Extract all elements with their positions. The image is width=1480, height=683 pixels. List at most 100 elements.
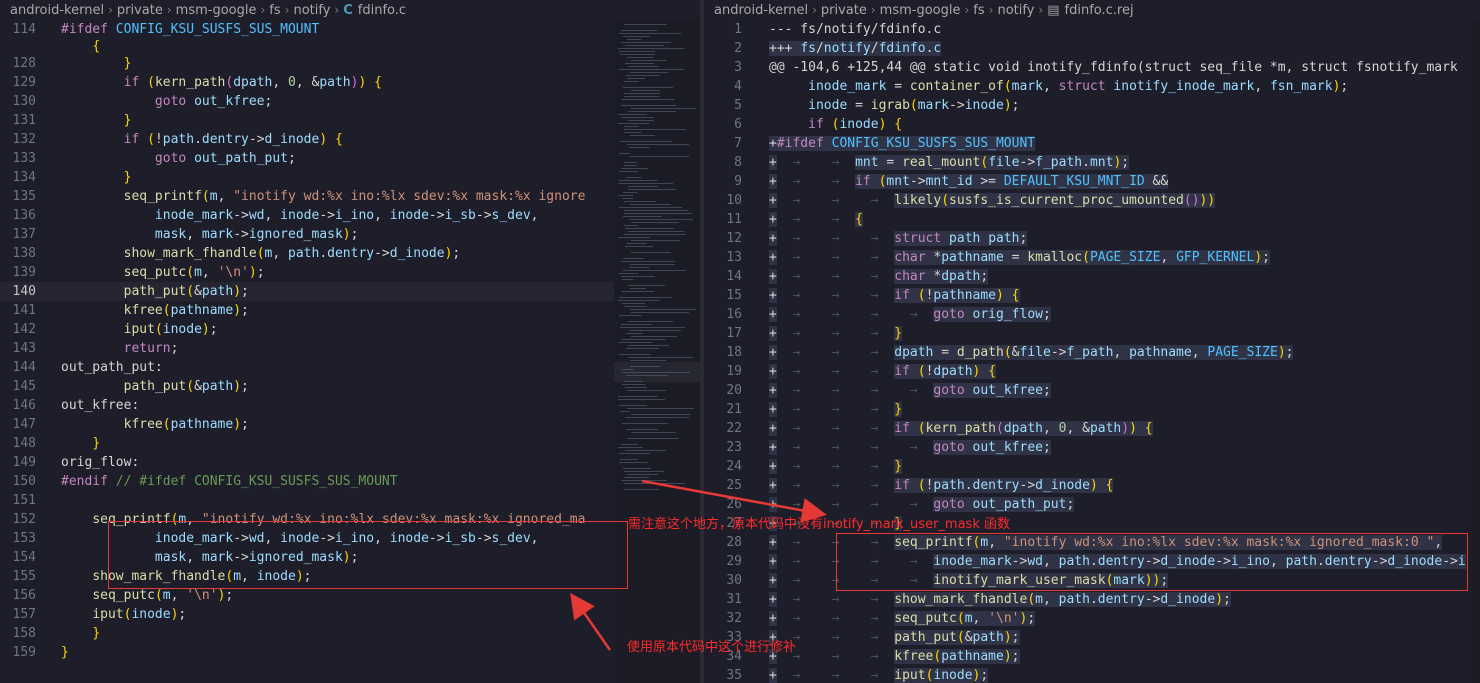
code-line[interactable]: 21 + → → → } [704, 400, 1480, 419]
line-text: inode = igrab(mark->inode); [808, 98, 1020, 113]
code-line[interactable]: 35 + → → → iput(inode); [704, 666, 1480, 683]
code-line[interactable]: 25 + → → → if (!path.dentry->d_inode) { [704, 476, 1480, 495]
code-line[interactable]: 17 + → → → } [704, 324, 1480, 343]
breadcrumb-item[interactable]: msm-google [176, 3, 257, 18]
code-line[interactable]: 149 orig_flow: [0, 453, 700, 472]
code-line[interactable]: 132 if (!path.dentry->d_inode) { [0, 130, 700, 149]
code-line[interactable]: 148 } [0, 434, 700, 453]
line-number: 18 [726, 345, 742, 360]
code-line[interactable]: 5 inode = igrab(mark->inode); [704, 96, 1480, 115]
code-line[interactable]: 140 path_put(&path); [0, 282, 700, 301]
code-line[interactable]: 31 + → → → show_mark_fhandle(m, path.dent… [704, 590, 1480, 609]
code-line[interactable]: 3 @@ -104,6 +125,44 @@ static void inotif… [704, 58, 1480, 77]
minimap-stroke [629, 267, 649, 268]
code-line[interactable]: 145 path_put(&path); [0, 377, 700, 396]
minimap-stroke [625, 63, 654, 64]
line-number: 7 [734, 136, 742, 151]
code-line[interactable]: 24 + → → → } [704, 457, 1480, 476]
code-line[interactable]: 10 + → → → likely(susfs_is_current_proc_u… [704, 191, 1480, 210]
minimap-stroke [619, 207, 682, 208]
code-line[interactable]: 130 goto out_kfree; [0, 92, 700, 111]
code-line[interactable]: 134 } [0, 168, 700, 187]
code-line[interactable]: 131 } [0, 111, 700, 130]
minimap-stroke [621, 105, 676, 106]
code-line[interactable]: 128 } [0, 54, 700, 73]
code-line[interactable]: 139 seq_putc(m, '\n'); [0, 263, 700, 282]
minimap-stroke [627, 438, 679, 439]
breadcrumb-item[interactable]: fs [973, 3, 984, 18]
breadcrumb-item[interactable]: private [821, 3, 867, 18]
breadcrumb-item[interactable]: android-kernel [10, 3, 104, 18]
right-scrollbar[interactable] [1466, 20, 1480, 683]
minimap-stroke [624, 483, 685, 484]
code-line[interactable]: 14 + → → → char *dpath; [704, 267, 1480, 286]
code-line[interactable]: 15 + → → → if (!pathname) { [704, 286, 1480, 305]
code-line[interactable]: 20 + → → → → goto out_kfree; [704, 381, 1480, 400]
code-line[interactable]: 143 return; [0, 339, 700, 358]
line-number: 22 [726, 421, 742, 436]
code-line[interactable]: 133 goto out_path_put; [0, 149, 700, 168]
code-line[interactable]: 157 iput(inode); [0, 605, 700, 624]
breadcrumb-item[interactable]: msm-google [880, 3, 961, 18]
code-line[interactable]: 34 + → → → kfree(pathname); [704, 647, 1480, 666]
code-line[interactable]: 135 seq_printf(m, "inotify wd:%x ino:%lx… [0, 187, 700, 206]
code-line[interactable]: 16 + → → → → goto orig_flow; [704, 305, 1480, 324]
minimap-stroke [620, 141, 672, 142]
code-line[interactable]: 142 iput(inode); [0, 320, 700, 339]
code-line[interactable]: 129 if (kern_path(dpath, 0, &path)) { [0, 73, 700, 92]
code-line[interactable]: 32 + → → → seq_putc(m, '\n'); [704, 609, 1480, 628]
code-line[interactable]: 18 + → → → dpath = d_path(&file->f_path, … [704, 343, 1480, 362]
line-number: 16 [726, 307, 742, 322]
minimap-stroke [624, 96, 660, 97]
breadcrumb-item[interactable]: notify [997, 3, 1034, 18]
code-line[interactable]: 159} [0, 643, 700, 662]
minimap-stroke [628, 231, 684, 232]
code-line[interactable]: 1 --- fs/notify/fdinfo.c [704, 20, 1480, 39]
code-line[interactable]: 158 } [0, 624, 700, 643]
code-line[interactable]: 8 + → → mnt = real_mount(file->f_path.mnt… [704, 153, 1480, 172]
line-number: 153 [12, 531, 36, 546]
line-number: 141 [12, 303, 36, 318]
code-line[interactable]: 23 + → → → → goto out_kfree; [704, 438, 1480, 457]
line-text: --- fs/notify/fdinfo.c [769, 22, 942, 37]
code-line[interactable]: 146 out_kfree: [0, 396, 700, 415]
code-line[interactable]: 6 if (inode) { [704, 115, 1480, 134]
minimap-stroke [631, 90, 660, 91]
line-text: + → → { [769, 212, 863, 227]
code-line[interactable]: { [0, 39, 700, 54]
breadcrumb-item[interactable]: fs [269, 3, 280, 18]
code-line[interactable]: 137 mask, mark->ignored_mask); [0, 225, 700, 244]
breadcrumb-item[interactable]: private [117, 3, 163, 18]
code-line[interactable]: 150 #endif // #ifdef CONFIG_KSU_SUSFS_SUS… [0, 472, 700, 491]
breadcrumb-file[interactable]: fdinfo.c.rej [1065, 3, 1134, 18]
code-line[interactable]: 136 inode_mark->wd, inode->i_ino, inode-… [0, 206, 700, 225]
line-number: 148 [12, 436, 36, 451]
minimap-stroke [630, 309, 696, 310]
code-line[interactable]: 7 +#ifdef CONFIG_KSU_SUSFS_SUS_MOUNT [704, 134, 1480, 153]
code-line[interactable]: 138 show_mark_fhandle(m, path.dentry->d_… [0, 244, 700, 263]
line-text: mask, mark->ignored_mask); [154, 227, 359, 242]
code-line[interactable]: 144 out_path_put: [0, 358, 700, 377]
code-line[interactable]: 22 + → → → if (kern_path(dpath, 0, &path)… [704, 419, 1480, 438]
code-line[interactable]: 151 [0, 491, 700, 510]
minimap-stroke [620, 459, 638, 460]
line-number: 26 [726, 497, 742, 512]
breadcrumb-item[interactable]: android-kernel [714, 3, 808, 18]
code-line[interactable]: 9 + → → if (mnt->mnt_id >= DEFAULT_KSU_MN… [704, 172, 1480, 191]
line-text: return; [123, 341, 179, 356]
code-line[interactable]: 11 + → → { [704, 210, 1480, 229]
chevron-right-icon: › [334, 3, 340, 17]
line-number: 132 [12, 132, 36, 147]
code-line[interactable]: 12 + → → → struct path path; [704, 229, 1480, 248]
code-line[interactable]: 141 kfree(pathname); [0, 301, 700, 320]
code-line[interactable]: 147 kfree(pathname); [0, 415, 700, 434]
code-line[interactable]: 13 + → → → char *pathname = kmalloc(PAGE_… [704, 248, 1480, 267]
breadcrumb-item[interactable]: notify [293, 3, 330, 18]
code-line[interactable]: 19 + → → → if (!dpath) { [704, 362, 1480, 381]
code-line[interactable]: 4 inode_mark = container_of(mark, struct… [704, 77, 1480, 96]
code-line[interactable]: 33 + → → → path_put(&path); [704, 628, 1480, 647]
code-line[interactable]: 2 +++ fs/notify/fdinfo.c [704, 39, 1480, 58]
code-line[interactable]: 26 + → → → → goto out_path_put; [704, 495, 1480, 514]
breadcrumb-file[interactable]: fdinfo.c [358, 3, 406, 18]
code-line[interactable]: 114 #ifdef CONFIG_KSU_SUSFS_SUS_MOUNT [0, 20, 700, 39]
